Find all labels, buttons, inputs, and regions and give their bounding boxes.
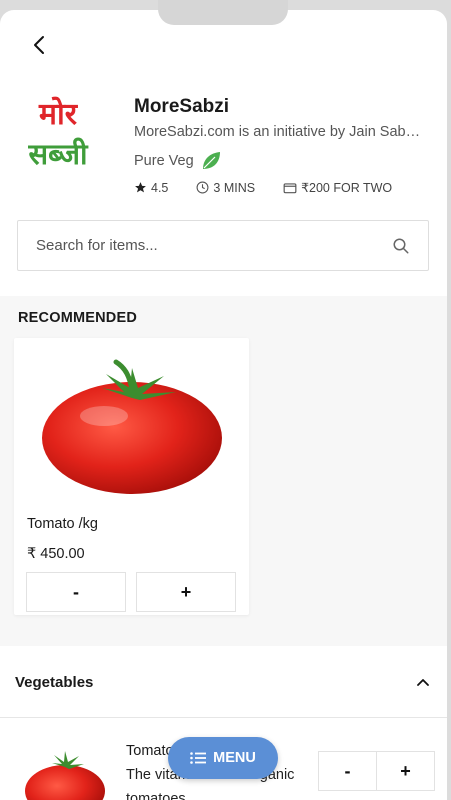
product-card[interactable]: Tomato /kg ₹ 450.00 - +: [14, 338, 249, 615]
item-quantity-stepper: - +: [318, 751, 435, 791]
item-name: Tomato: [126, 743, 174, 759]
store-name: MoreSabzi: [134, 96, 230, 117]
decrease-quantity-button[interactable]: -: [319, 752, 376, 790]
category-title: Vegetables: [15, 674, 94, 691]
decrease-quantity-button[interactable]: -: [26, 572, 126, 612]
pure-veg-text: Pure Veg: [134, 153, 194, 169]
search-bar: [17, 220, 429, 271]
store-description: MoreSabzi.com is an initiative by Jain S…: [134, 124, 424, 140]
tomato-thumbnail: [25, 751, 105, 800]
collapse-toggle[interactable]: [413, 672, 433, 692]
product-price: ₹ 450.00: [27, 546, 85, 562]
device-notch: [158, 0, 288, 25]
clock-icon: [196, 181, 209, 194]
star-icon: [135, 182, 146, 193]
list-icon: [190, 752, 207, 764]
delivery-time-value: 3 MINS: [213, 180, 256, 195]
back-button[interactable]: [24, 30, 54, 60]
rating-value: 4.5: [151, 180, 169, 195]
item-description-cont: tomatoes: [126, 791, 186, 800]
cost-for-two-value: ₹200 FOR TWO: [301, 181, 393, 195]
logo-text-bottom: सब्जी: [27, 137, 89, 171]
chevron-up-icon: [417, 679, 429, 686]
tomato-image: [42, 359, 222, 494]
logo-text-top: मोर: [38, 96, 79, 132]
recommended-title: RECOMMENDED: [18, 310, 138, 326]
search-icon[interactable]: [392, 237, 410, 255]
wallet-icon: [283, 182, 297, 193]
pure-veg-label: Pure Veg: [134, 150, 222, 172]
app-screen: मोर सब्जी MoreSabzi MoreSabzi.com is an …: [0, 10, 447, 800]
store-logo: मोर सब्जी: [20, 88, 98, 174]
menu-button-label: MENU: [213, 750, 256, 766]
increase-quantity-button[interactable]: +: [376, 752, 434, 790]
leaf-icon: [202, 152, 220, 169]
back-arrow-icon: [34, 36, 44, 54]
category-header-vegetables[interactable]: Vegetables: [0, 646, 447, 718]
store-meta: 4.5 3 MINS ₹200 FOR TWO: [134, 180, 420, 195]
rating: 4.5: [134, 181, 168, 195]
menu-button[interactable]: MENU: [168, 737, 278, 779]
recommended-section: RECOMMENDED Tomato /kg ₹ 450.00 - +: [0, 296, 447, 646]
product-name: Tomato /kg: [27, 516, 98, 532]
cost-for-two: ₹200 FOR TWO: [283, 180, 392, 195]
delivery-time: 3 MINS: [196, 181, 255, 195]
increase-quantity-button[interactable]: +: [136, 572, 236, 612]
search-input[interactable]: [36, 237, 392, 254]
